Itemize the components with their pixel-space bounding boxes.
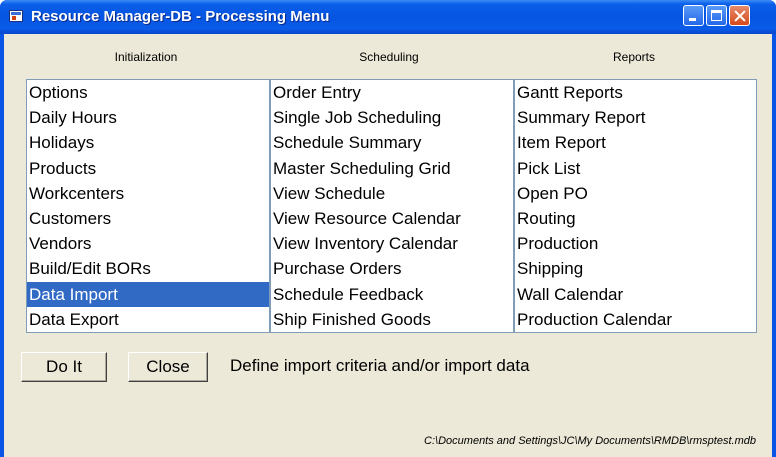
list-item[interactable]: Purchase Orders [271, 256, 513, 281]
list-item[interactable]: Order Entry [271, 80, 513, 105]
window-title: Resource Manager-DB - Processing Menu [31, 8, 330, 25]
list-item[interactable]: View Schedule [271, 181, 513, 206]
do-it-button[interactable]: Do It [21, 352, 107, 382]
scheduling-list[interactable]: Order Entry Single Job Scheduling Schedule… [270, 79, 514, 333]
list-item[interactable]: Pick List [515, 156, 756, 181]
reports-list[interactable]: Gantt Reports Summary Report Item Report Pi… [514, 79, 757, 333]
database-path: C:\Documents and Settings\JC\My Document… [424, 435, 756, 447]
list-item[interactable]: Vendors [27, 231, 269, 256]
list-item[interactable]: Shipping [515, 256, 756, 281]
list-item[interactable]: Schedule Feedback [271, 282, 513, 307]
dialog-body: Initialization Scheduling Reports Option… [4, 34, 772, 457]
close-button[interactable]: Close [128, 352, 208, 382]
list-item[interactable]: View Inventory Calendar [271, 231, 513, 256]
list-item[interactable]: Options [27, 80, 269, 105]
list-item[interactable]: Build/Edit BORs [27, 256, 269, 281]
list-item[interactable]: Routing [515, 206, 756, 231]
list-item[interactable]: Data Import [27, 281, 269, 307]
status-description: Define import criteria and/or import dat… [230, 356, 530, 375]
list-item[interactable]: Single Job Scheduling [271, 105, 513, 130]
column-header-initialization: Initialization [114, 50, 178, 64]
list-item[interactable]: Ship Finished Goods [271, 307, 513, 332]
close-window-button[interactable] [729, 5, 750, 26]
app-icon [9, 10, 23, 22]
list-item[interactable]: Products [27, 156, 269, 181]
initialization-list[interactable]: Options Daily Hours Holidays Products Workce… [26, 79, 270, 333]
list-item[interactable]: Workcenters [27, 181, 269, 206]
list-item[interactable]: Production [515, 231, 756, 256]
list-item[interactable]: Summary Report [515, 105, 756, 130]
list-item[interactable]: Production Calendar [515, 307, 756, 332]
list-item[interactable]: Wall Calendar [515, 282, 756, 307]
minimize-button[interactable] [683, 5, 704, 26]
list-item[interactable]: Holidays [27, 130, 269, 155]
list-item[interactable]: View Resource Calendar [271, 206, 513, 231]
list-item[interactable]: Customers [27, 206, 269, 231]
column-header-reports: Reports [612, 50, 656, 64]
maximize-button[interactable] [706, 5, 727, 26]
list-item[interactable]: Open PO [515, 181, 756, 206]
column-header-scheduling: Scheduling [359, 50, 419, 64]
list-item[interactable]: Daily Hours [27, 105, 269, 130]
processing-menu-window: Resource Manager-DB - Processing Menu In… [0, 0, 776, 457]
title-bar[interactable]: Resource Manager-DB - Processing Menu [0, 0, 776, 34]
list-item[interactable]: Gantt Reports [515, 80, 756, 105]
list-item[interactable]: Schedule Summary [271, 130, 513, 155]
list-item[interactable]: Master Scheduling Grid [271, 156, 513, 181]
list-item[interactable]: Data Export [27, 307, 269, 332]
list-item[interactable]: Item Report [515, 130, 756, 155]
